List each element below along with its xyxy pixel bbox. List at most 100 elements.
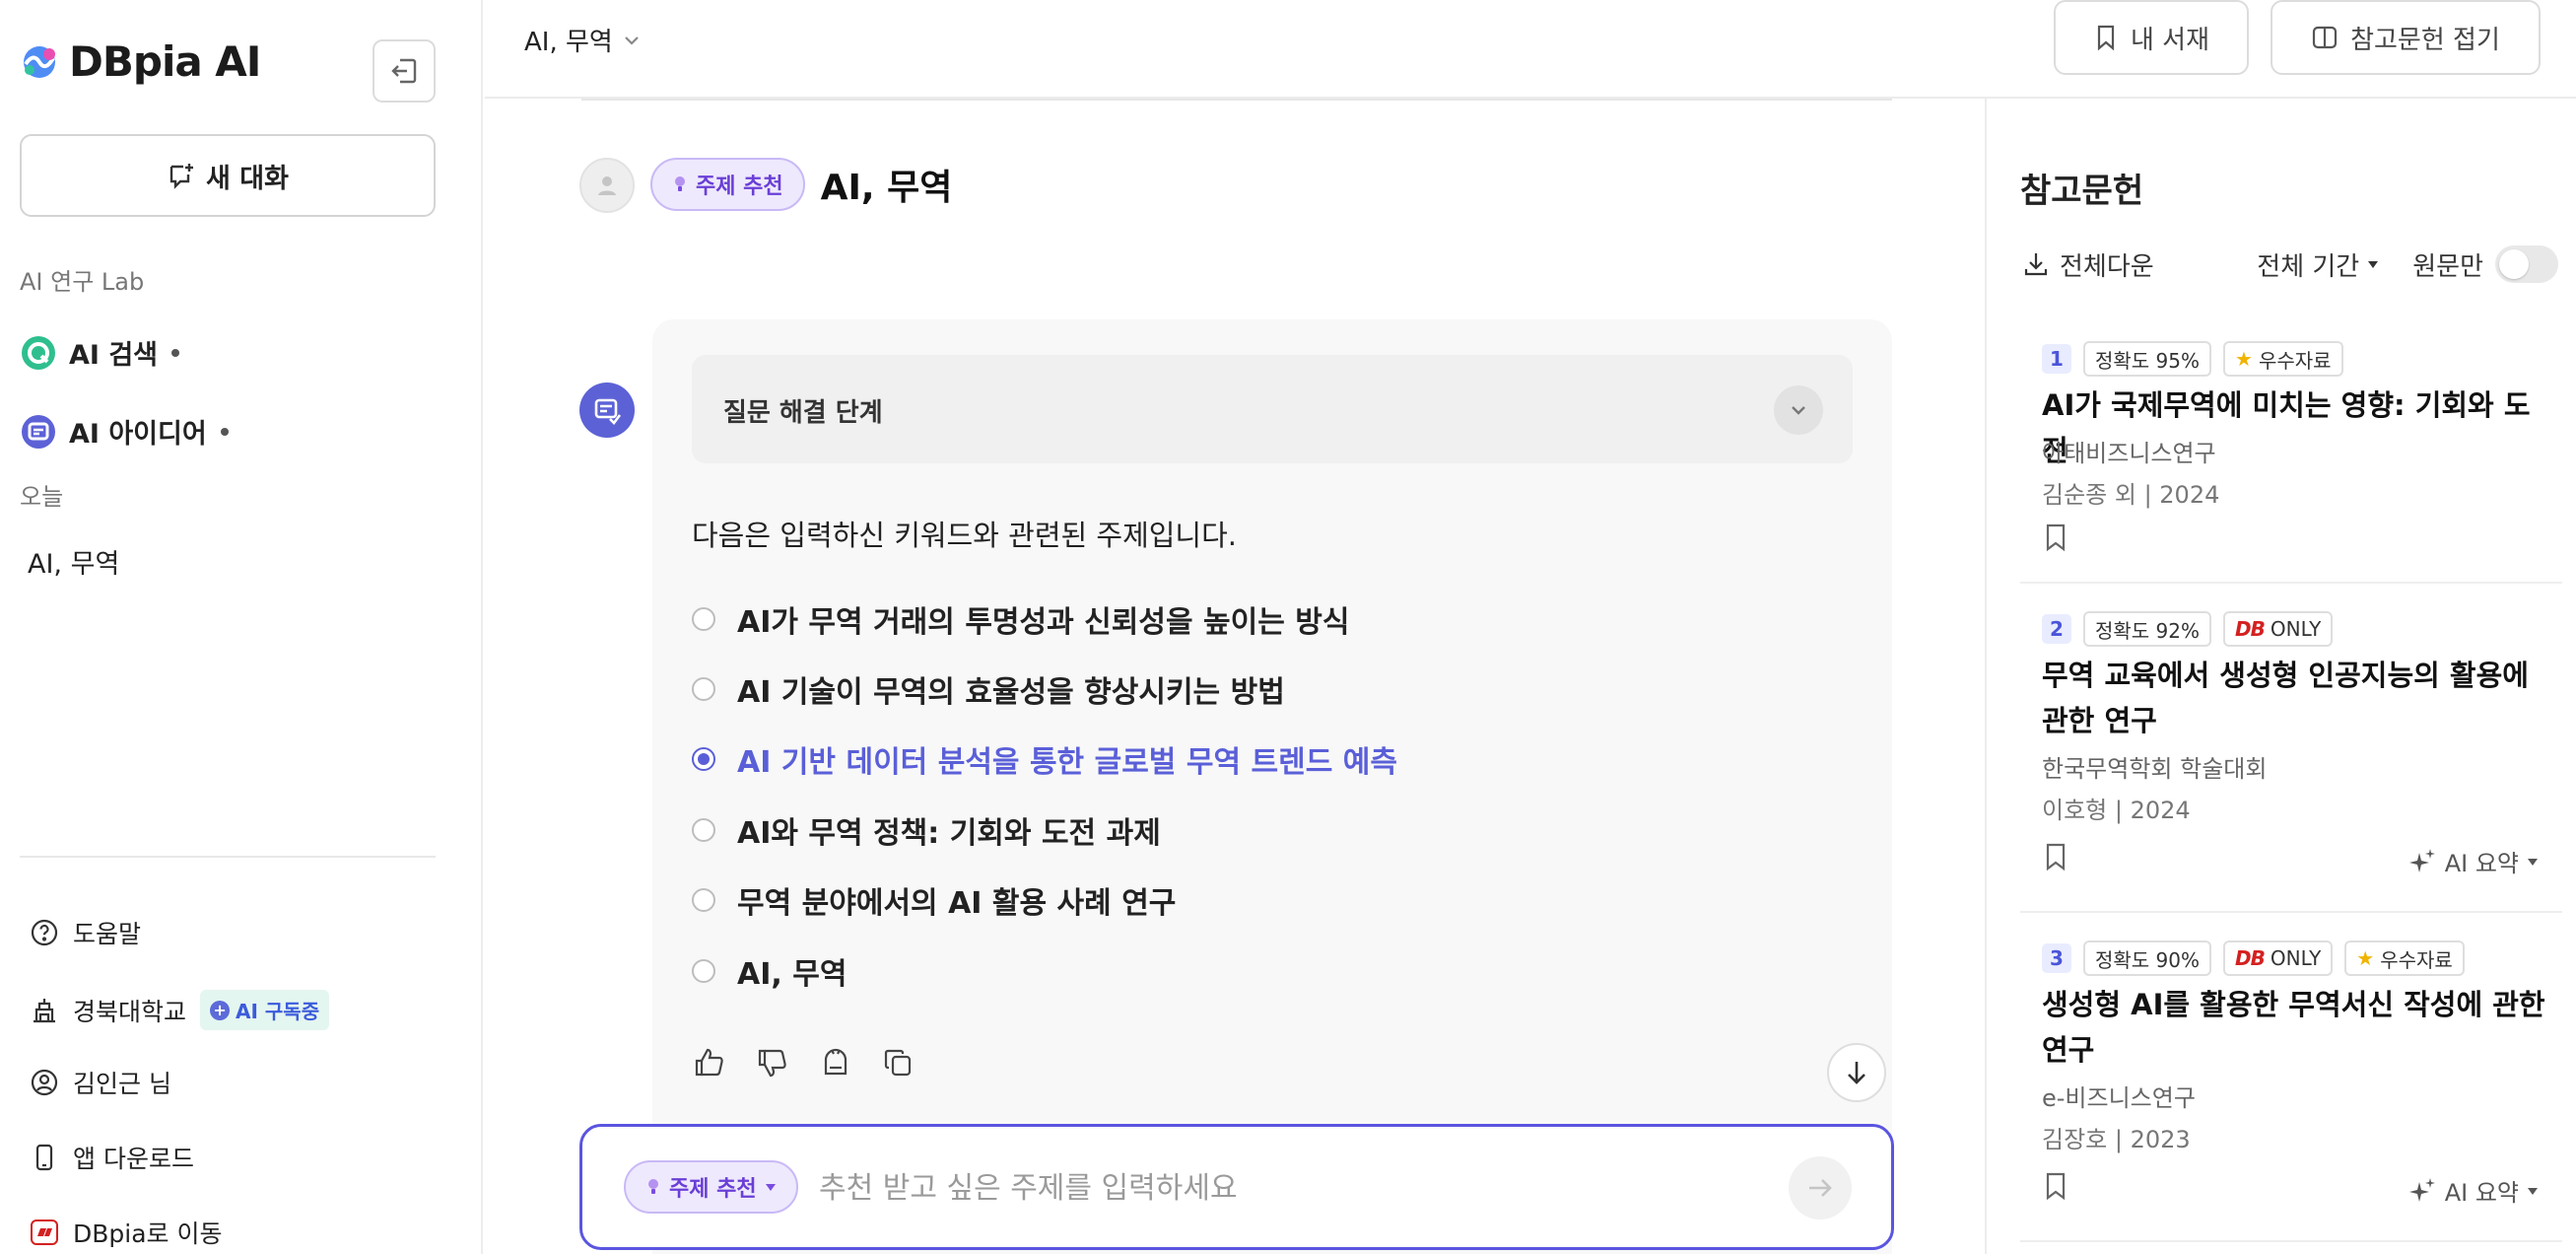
ai-search-icon bbox=[22, 335, 55, 370]
topic-option-label: 무역 분야에서의 AI 활용 사례 연구 bbox=[737, 886, 1177, 922]
history-item[interactable]: AI, 무역 bbox=[28, 542, 119, 581]
accuracy-tag: 정확도 90% bbox=[2083, 940, 2212, 976]
sidebar-item-ai-search[interactable]: AI 검색 bbox=[20, 333, 180, 372]
solution-steps-label: 질문 해결 단계 bbox=[723, 398, 883, 428]
composer-mode-dropdown[interactable]: 주제 추천 bbox=[624, 1160, 798, 1214]
lab-section-label: AI 연구 Lab bbox=[20, 268, 145, 296]
send-button[interactable] bbox=[1789, 1156, 1852, 1219]
lightbulb-icon bbox=[648, 1179, 658, 1194]
sidebar-divider bbox=[20, 856, 436, 858]
copy-button[interactable] bbox=[881, 1045, 916, 1080]
user-avatar bbox=[579, 158, 635, 213]
bookmark-icon[interactable] bbox=[2042, 842, 2069, 871]
regenerate-button[interactable] bbox=[818, 1045, 853, 1080]
references-panel: 참고문헌 전체다운 전체 기간 원문만 1 정확도 95% ★ 우수자료 AI가 … bbox=[1985, 99, 2576, 1254]
user-account-item[interactable]: 김인근 님 bbox=[30, 1065, 171, 1100]
ai-idea-icon bbox=[594, 398, 622, 425]
original-only-toggle[interactable] bbox=[2495, 245, 2558, 283]
collapse-sidebar-button[interactable] bbox=[373, 39, 436, 103]
chat-area: 주제 추천 AI, 무역 질문 해결 단계 다음은 입력하신 키워드와 관련된 … bbox=[485, 99, 1985, 1254]
sidebar-item-label: AI 아이디어 bbox=[69, 419, 207, 450]
new-chat-icon bbox=[169, 164, 194, 189]
topic-option[interactable]: AI, 무역 bbox=[692, 936, 1397, 1006]
period-label: 전체 기간 bbox=[2257, 251, 2360, 282]
topic-option[interactable]: AI 기술이 무역의 효율성을 향상시키는 방법 bbox=[692, 654, 1397, 724]
accuracy-tag: 정확도 95% bbox=[2083, 341, 2212, 377]
user-icon bbox=[31, 1069, 58, 1096]
excellent-material-tag: ★ 우수자료 bbox=[2344, 940, 2465, 976]
topic-option-label: AI가 무역 거래의 투명성과 신뢰성을 높이는 방식 bbox=[737, 604, 1350, 640]
reference-title[interactable]: 생성형 AI를 활용한 무역서신 작성에 관한 연구 bbox=[2042, 982, 2554, 1073]
db-logo: DB bbox=[2235, 946, 2266, 970]
topic-recommend-label: 주제 추천 bbox=[696, 174, 783, 199]
radio-button[interactable] bbox=[692, 958, 715, 983]
topic-option-label: AI 기술이 무역의 효율성을 향상시키는 방법 bbox=[737, 675, 1285, 711]
bookmark-icon[interactable] bbox=[2042, 522, 2069, 552]
reference-card[interactable]: 3 정확도 90% DB ONLY ★ 우수자료 생성형 AI를 활용한 무역서신 … bbox=[2020, 940, 2562, 1242]
topic-option-label: AI 기반 데이터 분석을 통한 글로벌 무역 트렌드 예측 bbox=[737, 745, 1397, 781]
ai-assistant-avatar bbox=[579, 383, 635, 438]
topic-recommend-pill: 주제 추천 bbox=[650, 158, 805, 211]
dbpia-ai-logo[interactable]: DBpia AI bbox=[20, 37, 261, 86]
topic-options-list: AI가 무역 거래의 투명성과 신뢰성을 높이는 방식 AI 기술이 무역의 효… bbox=[692, 584, 1397, 1006]
robot-icon bbox=[824, 1048, 847, 1076]
scroll-to-bottom-button[interactable] bbox=[1827, 1043, 1886, 1102]
subscription-badge-label: AI 구독중 bbox=[236, 1000, 320, 1023]
db-logo: DB bbox=[2235, 617, 2266, 641]
download-all-button[interactable]: 전체다운 bbox=[2022, 246, 2154, 283]
my-library-button[interactable]: 내 서재 bbox=[2054, 0, 2249, 75]
copy-icon bbox=[884, 1049, 912, 1077]
topic-option[interactable]: AI가 무역 거래의 투명성과 신뢰성을 높이는 방식 bbox=[692, 584, 1397, 654]
radio-button[interactable] bbox=[692, 677, 715, 702]
topic-option-selected[interactable]: AI 기반 데이터 분석을 통한 글로벌 무역 트렌드 예측 bbox=[692, 725, 1397, 795]
conversation-title: AI, 무역 bbox=[524, 28, 613, 57]
conversation-title-dropdown[interactable]: AI, 무역 bbox=[524, 22, 643, 58]
user-query-text: AI, 무역 bbox=[820, 168, 953, 208]
answer-actions bbox=[692, 1045, 916, 1080]
today-section-label: 오늘 bbox=[20, 483, 64, 511]
topic-option[interactable]: 무역 분야에서의 AI 활용 사례 연구 bbox=[692, 866, 1397, 936]
topic-input[interactable] bbox=[819, 1156, 1706, 1219]
star-icon: ★ bbox=[2235, 347, 2253, 371]
ai-summary-label: AI 요약 bbox=[2444, 1179, 2519, 1207]
caret-down-icon bbox=[2528, 858, 2538, 866]
dbpia-brand-icon bbox=[31, 1219, 58, 1245]
solution-steps-accordion[interactable]: 질문 해결 단계 bbox=[692, 355, 1853, 463]
ai-summary-button[interactable]: AI 요약 bbox=[2407, 1173, 2539, 1208]
ai-idea-icon bbox=[22, 414, 55, 449]
sidebar-item-ai-idea[interactable]: AI 아이디어 bbox=[20, 412, 229, 451]
institution-item[interactable]: 경북대학교 + AI 구독중 bbox=[30, 990, 330, 1030]
go-to-dbpia-link[interactable]: DBpia로 이동 bbox=[30, 1215, 222, 1250]
reference-card[interactable]: 2 정확도 92% DB ONLY 무역 교육에서 생성형 인공지능의 활용에 관… bbox=[2020, 611, 2562, 913]
radio-button-selected[interactable] bbox=[692, 747, 715, 772]
reference-card[interactable]: 1 정확도 95% ★ 우수자료 AI가 국제무역에 미치는 영향: 기회와 도전… bbox=[2020, 341, 2562, 584]
ai-summary-button[interactable]: AI 요약 bbox=[2407, 844, 2539, 878]
new-indicator-dot bbox=[171, 348, 180, 357]
user-message: 주제 추천 AI, 무역 bbox=[650, 158, 952, 211]
reference-journal: 아태비즈니스연구 bbox=[2042, 440, 2216, 467]
radio-button[interactable] bbox=[692, 606, 715, 631]
chevron-down-icon bbox=[1792, 406, 1805, 415]
logo-text: DBpia AI bbox=[69, 37, 261, 86]
thumbs-down-button[interactable] bbox=[755, 1045, 790, 1080]
new-chat-label: 새 대화 bbox=[206, 163, 289, 194]
radio-button[interactable] bbox=[692, 888, 715, 913]
reference-title[interactable]: 무역 교육에서 생성형 인공지능의 활용에 관한 연구 bbox=[2042, 653, 2554, 743]
thumbs-up-button[interactable] bbox=[692, 1045, 727, 1080]
original-only-label: 원문만 bbox=[2412, 251, 2483, 282]
chevron-down-icon bbox=[625, 35, 639, 45]
expand-steps-button[interactable] bbox=[1774, 385, 1823, 435]
plus-icon: + bbox=[210, 1000, 231, 1020]
caret-down-icon bbox=[765, 1184, 776, 1191]
topic-option[interactable]: AI와 무역 정책: 기회와 도전 과제 bbox=[692, 795, 1397, 865]
reference-number: 1 bbox=[2042, 344, 2071, 374]
download-icon bbox=[2024, 253, 2048, 276]
new-chat-button[interactable]: 새 대화 bbox=[20, 134, 436, 217]
person-icon bbox=[598, 176, 616, 195]
app-download-link[interactable]: 앱 다운로드 bbox=[30, 1140, 194, 1175]
bookmark-icon[interactable] bbox=[2042, 1171, 2069, 1201]
collapse-references-button[interactable]: 참고문헌 접기 bbox=[2271, 0, 2541, 75]
radio-button[interactable] bbox=[692, 817, 715, 842]
help-link[interactable]: 도움말 bbox=[30, 915, 141, 950]
period-dropdown[interactable]: 전체 기간 bbox=[2257, 246, 2379, 283]
